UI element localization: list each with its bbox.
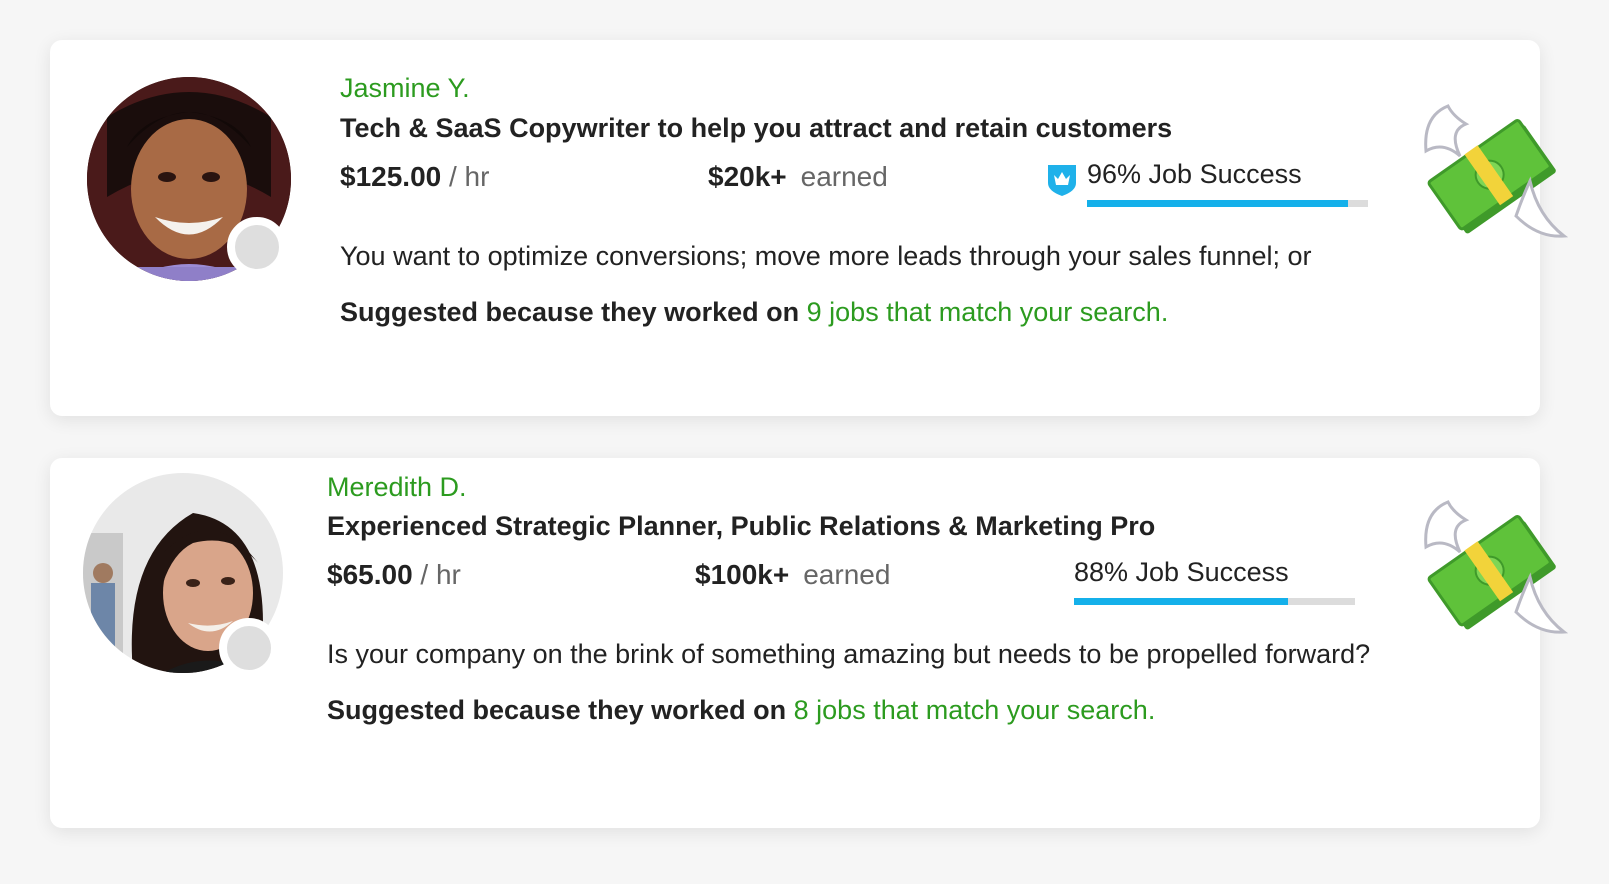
online-status-indicator — [219, 618, 279, 678]
freelancer-description: You want to optimize conversions; move m… — [340, 241, 1312, 271]
job-success-bar-fill — [1074, 598, 1288, 605]
top-rated-shield-icon — [1048, 165, 1076, 196]
freelancer-name[interactable]: Jasmine Y. — [340, 73, 470, 104]
rate-unit: / hr — [449, 161, 490, 192]
hourly-rate: $125.00 / hr — [340, 161, 489, 193]
earned-label: earned — [803, 559, 891, 590]
freelancer-title[interactable]: Tech & SaaS Copywriter to help you attra… — [340, 113, 1172, 144]
matching-jobs-link[interactable]: 8 jobs that match your search. — [794, 695, 1156, 725]
rate-value: $125.00 — [340, 161, 442, 192]
freelancer-card[interactable]: Meredith D. Experienced Strategic Planne… — [50, 458, 1540, 828]
suggestion-reason: Suggested because they worked on 9 jobs … — [340, 297, 1168, 328]
online-status-indicator — [227, 217, 287, 277]
freelancer-title[interactable]: Experienced Strategic Planner, Public Re… — [327, 511, 1155, 542]
rate-unit: / hr — [420, 559, 461, 590]
earned-label: earned — [800, 161, 888, 192]
flying-money-icon — [1424, 104, 1568, 238]
suggestion-lead: Suggested because they worked on — [327, 695, 787, 725]
freelancer-name[interactable]: Meredith D. — [327, 472, 467, 503]
job-success-bar — [1074, 598, 1355, 605]
earnings: $100k+ earned — [695, 559, 890, 591]
job-success-bar — [1087, 200, 1368, 207]
earned-amount: $20k+ — [708, 161, 787, 192]
earnings: $20k+ earned — [708, 161, 888, 193]
suggestion-lead: Suggested because they worked on — [340, 297, 800, 327]
job-success-label: 96% Job Success — [1087, 159, 1302, 189]
freelancer-description: Is your company on the brink of somethin… — [327, 639, 1371, 669]
freelancer-card[interactable]: Jasmine Y. Tech & SaaS Copywriter to hel… — [50, 40, 1540, 416]
suggestion-reason: Suggested because they worked on 8 jobs … — [327, 695, 1155, 726]
job-success-bar-fill — [1087, 200, 1349, 207]
hourly-rate: $65.00 / hr — [327, 559, 461, 591]
job-success-label: 88% Job Success — [1074, 557, 1289, 587]
matching-jobs-link[interactable]: 9 jobs that match your search. — [807, 297, 1169, 327]
rate-value: $65.00 — [327, 559, 413, 590]
flying-money-icon — [1424, 500, 1568, 634]
earned-amount: $100k+ — [695, 559, 790, 590]
